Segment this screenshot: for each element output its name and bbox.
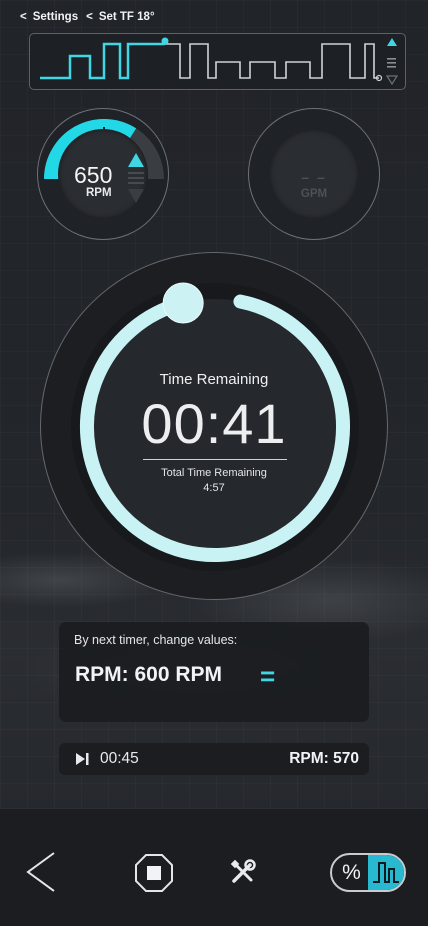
tools-button[interactable] — [230, 859, 256, 890]
rpm-increase-icon[interactable] — [128, 153, 144, 167]
stop-octagon-icon — [135, 854, 173, 892]
breadcrumb: < Settings < Set TF 18° — [20, 11, 155, 23]
back-chevron-icon — [26, 852, 55, 892]
total-time-remaining-label: Total Time Remaining — [161, 467, 267, 479]
waveform-playhead — [161, 37, 169, 45]
equals-icon: = — [260, 661, 276, 691]
triangle-up-icon[interactable] — [387, 38, 397, 46]
next-change-card: By next timer, change values: RPM: 600 R… — [59, 622, 369, 722]
rpm-hold-icon — [128, 172, 144, 184]
percent-mode-option[interactable]: % — [332, 855, 371, 890]
chevron-left-icon: < — [20, 11, 27, 23]
gpm-gauge[interactable]: – – GPM — [248, 108, 380, 240]
program-waveform — [40, 37, 399, 86]
gpm-value: – – — [301, 169, 327, 185]
time-remaining-value: 00:41 — [141, 392, 287, 455]
bottom-toolbar: % — [0, 808, 428, 926]
next-step-rpm: RPM: 570 — [289, 750, 359, 767]
next-step-time: 00:45 — [100, 750, 139, 767]
stop-button[interactable] — [134, 853, 174, 898]
program-waveform-strip[interactable] — [29, 33, 406, 90]
next-change-value: RPM: 600 RPM — [75, 663, 223, 686]
waveform-icon — [373, 862, 399, 883]
rpm-gauge[interactable]: 650 RPM — [37, 108, 169, 240]
breadcrumb-settings[interactable]: < Settings — [20, 11, 78, 23]
next-change-label: By next timer, change values: — [74, 633, 238, 647]
triangle-down-icon[interactable] — [385, 75, 399, 86]
chevron-left-icon: < — [86, 11, 93, 23]
back-button[interactable] — [24, 851, 58, 898]
waveform-mode-option[interactable] — [368, 855, 404, 890]
tools-icon — [230, 859, 256, 883]
timer-divider — [143, 459, 287, 460]
menu-icon[interactable] — [387, 58, 396, 68]
display-mode-toggle[interactable]: % — [330, 853, 406, 892]
timer-dial: Time Remaining 00:41 Total Time Remainin… — [40, 252, 388, 600]
total-time-remaining-value: 4:57 — [203, 482, 225, 494]
waveform-elapsed — [40, 42, 165, 80]
time-remaining-label: Time Remaining — [159, 371, 269, 388]
breadcrumb-current[interactable]: < Set TF 18° — [86, 11, 154, 23]
next-step-bar[interactable]: 00:45 RPM: 570 — [59, 743, 369, 775]
breadcrumb-current-label: Set TF 18° — [98, 11, 155, 23]
timer-knob — [162, 282, 204, 324]
waveform-remaining — [165, 43, 379, 79]
breadcrumb-settings-label: Settings — [32, 11, 79, 23]
gpm-unit: GPM — [300, 188, 328, 200]
rpm-unit: RPM — [86, 187, 112, 199]
rpm-value: 650 — [74, 162, 113, 188]
skip-next-icon — [76, 753, 89, 765]
rpm-decrease-icon[interactable] — [128, 189, 144, 203]
